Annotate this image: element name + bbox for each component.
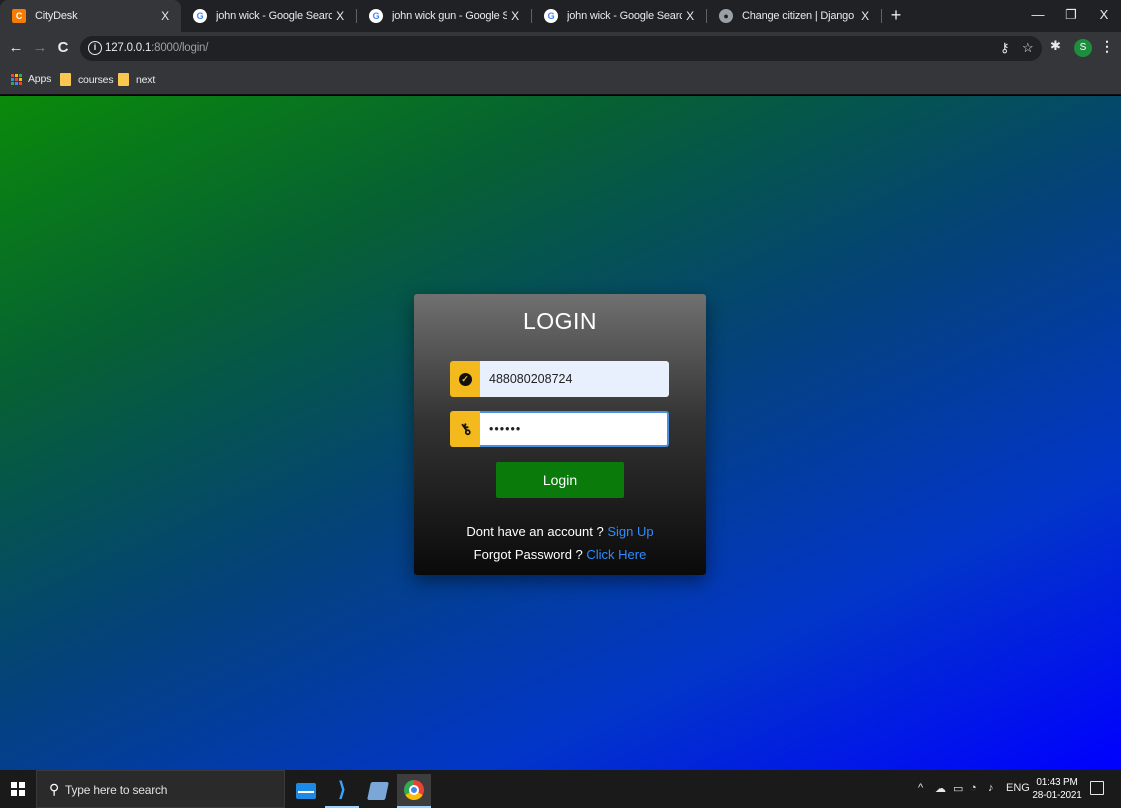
battery-icon[interactable]: ▭ <box>953 782 963 795</box>
apps-grid-icon <box>11 73 22 85</box>
login-title: LOGIN <box>522 308 598 334</box>
close-icon[interactable]: X <box>682 9 698 23</box>
tab-citydesk[interactable]: C CityDesk X <box>0 0 181 32</box>
forward-button[interactable]: → <box>30 38 50 58</box>
tab-title: john wick - Google Search <box>216 10 332 22</box>
profile-avatar[interactable]: S <box>1074 39 1092 57</box>
bookmark-label: courses <box>78 73 114 86</box>
cloud-icon[interactable]: ☁ <box>935 782 946 795</box>
password-key-icon[interactable]: ⚷ <box>1000 40 1010 56</box>
check-badge-icon: ✓ <box>458 372 472 386</box>
close-icon[interactable]: X <box>857 9 873 23</box>
address-bar[interactable]: i 127.0.0.1:8000/login/ ⚷ ☆ <box>80 36 1042 61</box>
reload-button[interactable]: C <box>53 38 73 58</box>
chrome-icon <box>404 780 424 800</box>
chrome-app[interactable] <box>397 774 431 808</box>
folder-icon <box>118 73 129 86</box>
url-text: 127.0.0.1:8000/login/ <box>105 42 208 54</box>
windows-start-icon[interactable] <box>11 782 25 796</box>
password-input[interactable] <box>480 411 669 447</box>
username-addon: ✓ <box>450 361 480 397</box>
notification-icon[interactable] <box>1090 781 1104 795</box>
username-input[interactable] <box>480 361 669 397</box>
site-info-icon[interactable]: i <box>88 41 102 55</box>
key-icon: ⚷ <box>455 419 475 440</box>
menu-kebab-icon[interactable]: ⋮ <box>1100 38 1114 55</box>
close-icon[interactable]: X <box>332 9 348 23</box>
clock-time: 01:43 PM <box>1036 777 1078 788</box>
page-background: LOGIN ✓ ⚷ Login Dont have an account ? S… <box>0 96 1121 770</box>
chevron-up-icon[interactable]: ^ <box>918 782 923 794</box>
tab-john-wick-2[interactable]: G john wick - Google Search X <box>532 0 706 32</box>
search-placeholder: Type here to search <box>65 783 168 797</box>
bookmark-courses[interactable]: courses <box>60 73 114 86</box>
signup-line: Dont have an account ? Sign Up <box>414 524 706 539</box>
globe-icon: ● <box>719 9 733 23</box>
wifi-icon[interactable]: ◔ <box>970 782 977 794</box>
bookmark-next[interactable]: next <box>118 73 155 86</box>
tab-title: john wick gun - Google Search <box>392 10 507 22</box>
forgot-prompt: Forgot Password ? <box>473 547 587 562</box>
tab-title: Change citizen | Django site adm <box>742 10 857 22</box>
clock-date: 28-01-2021 <box>1032 790 1082 801</box>
username-field: ✓ <box>450 361 669 397</box>
password-field: ⚷ <box>450 411 669 447</box>
close-icon[interactable]: X <box>157 9 173 23</box>
restore-button[interactable]: ❐ <box>1058 4 1084 26</box>
back-button[interactable]: ← <box>6 38 26 58</box>
taskbar-search[interactable]: ⚲ Type here to search <box>36 770 285 808</box>
google-icon: G <box>193 9 207 23</box>
login-button[interactable]: Login <box>496 462 624 498</box>
tab-django-admin[interactable]: ● Change citizen | Django site adm X <box>707 0 881 32</box>
minimize-button[interactable]: — <box>1025 4 1051 26</box>
bookmark-label: next <box>136 73 156 86</box>
bookmark-star-icon[interactable]: ☆ <box>1022 40 1034 56</box>
forgot-password-link[interactable]: Click Here <box>586 547 646 562</box>
close-window-button[interactable]: X <box>1091 4 1117 26</box>
google-icon: G <box>544 9 558 23</box>
clock[interactable]: 01:43 PM 28-01-2021 <box>1030 776 1084 802</box>
close-icon[interactable]: X <box>507 9 523 23</box>
vscode-icon: ⟩ <box>338 779 346 801</box>
notes-icon <box>367 782 389 800</box>
new-tab-button[interactable]: + <box>886 5 906 25</box>
tab-title: john wick - Google Search <box>567 10 682 22</box>
notes-app[interactable] <box>361 774 395 808</box>
browser-toolbar: ← → C i 127.0.0.1:8000/login/ ⚷ ☆ <box>0 32 1121 65</box>
language-indicator[interactable]: ENG <box>1006 782 1030 794</box>
bookmarks-bar: Apps courses next <box>0 65 1121 95</box>
forgot-password-line: Forgot Password ? Click Here <box>414 547 706 562</box>
tab-divider <box>881 9 882 23</box>
volume-icon[interactable]: ♪ <box>988 782 994 794</box>
folder-icon <box>60 73 71 86</box>
signup-link[interactable]: Sign Up <box>607 524 653 539</box>
search-icon: ⚲ <box>49 781 60 797</box>
citydesk-icon: C <box>12 9 26 23</box>
password-addon: ⚷ <box>450 411 480 447</box>
url-path: :8000/login/ <box>151 42 209 54</box>
tab-strip: C CityDesk X G john wick - Google Search… <box>0 0 1121 32</box>
taskbar: ⚲ Type here to search ⟩ ^ ☁ ▭ ◔ ♪ ENG 01… <box>0 770 1121 808</box>
bookmark-apps[interactable]: Apps <box>11 73 51 85</box>
url-host: 127.0.0.1 <box>105 42 152 54</box>
vscode-app[interactable]: ⟩ <box>325 774 359 808</box>
bookmark-label: Apps <box>28 73 52 85</box>
extensions-puzzle-icon[interactable]: ✱ <box>1050 38 1061 54</box>
tab-john-wick-1[interactable]: G john wick - Google Search X <box>181 0 356 32</box>
tab-john-wick-gun[interactable]: G john wick gun - Google Search X <box>357 0 531 32</box>
google-icon: G <box>369 9 383 23</box>
tab-title: CityDesk <box>35 10 78 22</box>
mail-app[interactable] <box>289 774 323 808</box>
signup-prompt: Dont have an account ? <box>466 524 608 539</box>
login-card: LOGIN ✓ ⚷ Login Dont have an account ? S… <box>414 294 706 575</box>
mail-icon <box>296 783 316 799</box>
